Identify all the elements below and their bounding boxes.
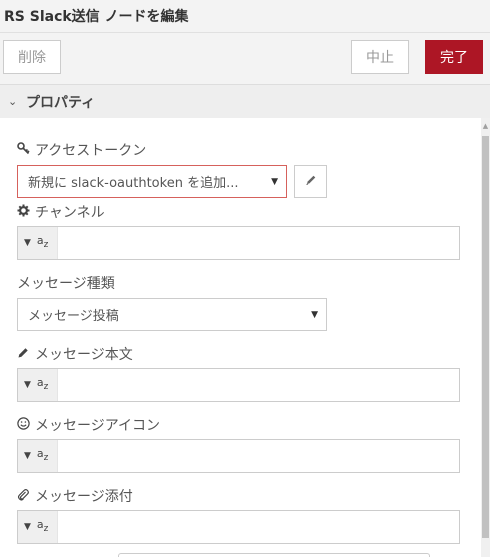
- message-attach-input[interactable]: ▼ az: [17, 510, 460, 544]
- access-token-label: アクセストークン: [17, 140, 146, 160]
- message-icon-type-selector[interactable]: ▼ az: [18, 440, 58, 472]
- pencil-icon: [17, 347, 31, 362]
- scroll-up-arrow-icon[interactable]: ▲: [482, 121, 489, 131]
- message-body-input[interactable]: ▼ az: [17, 368, 460, 402]
- properties-section-header[interactable]: ⌄ プロパティ: [0, 84, 490, 118]
- dialog-toolbar: 削除 中止 完了: [0, 32, 490, 82]
- channel-label: チャンネル: [17, 202, 105, 222]
- smile-icon: [17, 417, 31, 433]
- cancel-button[interactable]: 中止: [351, 40, 409, 74]
- properties-section-title: プロパティ: [26, 94, 96, 111]
- caret-down-icon: ▼: [24, 522, 31, 532]
- string-type-icon: az: [36, 375, 49, 393]
- caret-down-icon: ▼: [311, 310, 318, 320]
- message-type-label-text: メッセージ種類: [17, 276, 115, 292]
- access-token-select[interactable]: 新規に slack-oauthtoken を追加... ▼: [17, 165, 287, 198]
- message-type-label: メッセージ種類: [17, 273, 115, 293]
- message-type-select[interactable]: メッセージ投稿 ▼: [17, 298, 327, 331]
- caret-down-icon: ▼: [24, 380, 31, 390]
- caret-down-icon: ▼: [24, 451, 31, 461]
- access-token-value: 新規に slack-oauthtoken を追加...: [28, 176, 239, 191]
- string-type-icon: az: [36, 233, 49, 251]
- message-attach-type-selector[interactable]: ▼ az: [18, 511, 58, 543]
- message-icon-label-text: メッセージアイコン: [35, 418, 161, 434]
- cog-icon: [17, 204, 31, 220]
- message-attach-label: メッセージ添付: [17, 486, 133, 506]
- channel-type-selector[interactable]: ▼ az: [18, 227, 58, 259]
- pencil-icon: [305, 174, 317, 189]
- dialog-header: RS Slack送信 ノードを編集: [0, 0, 490, 32]
- access-token-label-text: アクセストークン: [35, 143, 147, 159]
- message-type-value: メッセージ投稿: [28, 309, 119, 324]
- message-attach-label-text: メッセージ添付: [35, 489, 133, 505]
- channel-label-text: チャンネル: [35, 205, 105, 221]
- caret-down-icon: ▼: [24, 238, 31, 248]
- next-field-partial: [118, 553, 430, 557]
- message-body-label-text: メッセージ本文: [35, 347, 133, 363]
- properties-panel: アクセストークン 新規に slack-oauthtoken を追加... ▼ チ…: [0, 118, 481, 557]
- caret-down-icon: ▼: [271, 177, 278, 187]
- key-icon: [17, 142, 31, 158]
- message-body-type-selector[interactable]: ▼ az: [18, 369, 58, 401]
- message-body-label: メッセージ本文: [17, 344, 133, 364]
- edit-token-button[interactable]: [294, 165, 327, 198]
- paperclip-icon: [17, 488, 31, 504]
- string-type-icon: az: [36, 446, 49, 464]
- message-icon-input[interactable]: ▼ az: [17, 439, 460, 473]
- scrollbar-thumb[interactable]: [482, 136, 489, 538]
- channel-input[interactable]: ▼ az: [17, 226, 460, 260]
- chevron-down-icon: ⌄: [8, 95, 18, 108]
- dialog-title: RS Slack送信 ノードを編集: [4, 9, 189, 25]
- done-button[interactable]: 完了: [425, 40, 483, 74]
- string-type-icon: az: [36, 517, 49, 535]
- message-icon-label: メッセージアイコン: [17, 415, 160, 435]
- delete-button[interactable]: 削除: [3, 40, 61, 74]
